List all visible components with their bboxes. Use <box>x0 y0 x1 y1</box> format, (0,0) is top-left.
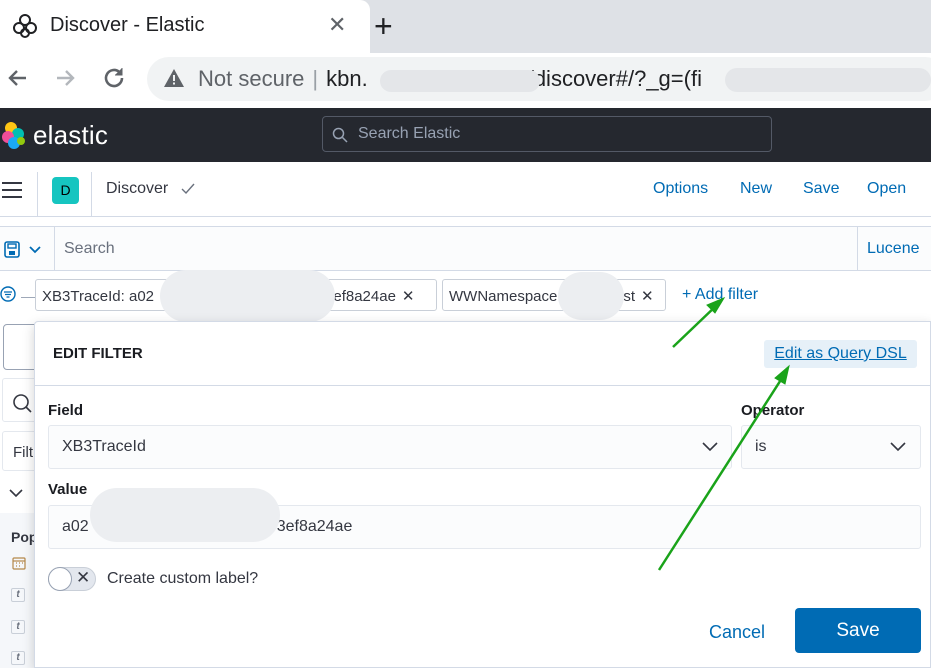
annotation-arrows <box>657 296 790 571</box>
